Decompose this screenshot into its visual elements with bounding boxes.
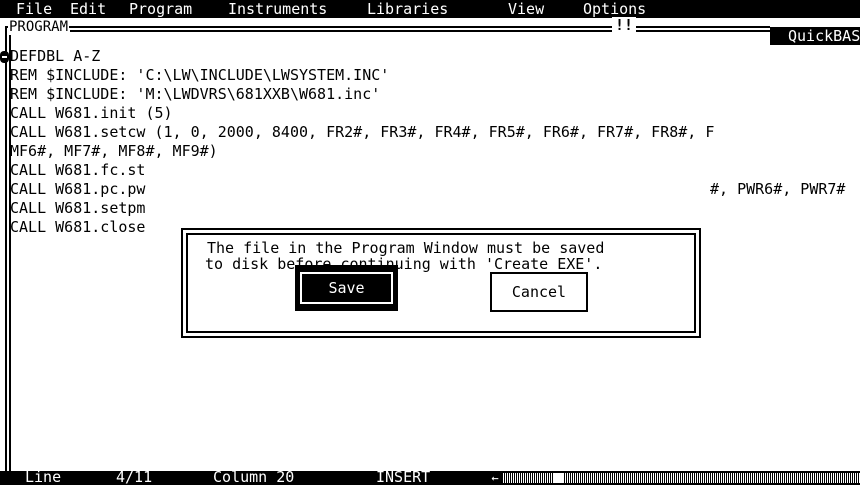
- status-column: Column 20: [213, 471, 295, 485]
- status-line-label: Line: [25, 471, 62, 485]
- app-brand-label: QuickBASIC: [770, 27, 860, 45]
- code-line: MF6#, MF7#, MF8#, MF9#): [10, 142, 218, 160]
- code-line: CALL W681.setpm: [10, 199, 146, 217]
- code-line: CALL W681.pc.pw: [10, 180, 146, 198]
- window-title: PROGRAM: [8, 19, 70, 35]
- code-line: REM $INCLUDE: 'C:\LW\INCLUDE\LWSYSTEM.IN…: [10, 66, 390, 84]
- code-line: CALL W681.init (5): [10, 104, 173, 122]
- window-top-border-inner: [70, 30, 770, 32]
- menu-file[interactable]: File: [16, 0, 52, 18]
- dialog-message-line-2: to disk before continuing with 'Create E…: [205, 255, 603, 273]
- window-maximize-marker[interactable]: !!: [612, 17, 637, 33]
- code-line: CALL W681.fc.st: [10, 161, 146, 179]
- code-line: DEFDBL A-Z: [10, 47, 101, 65]
- horizontal-scroll-thumb[interactable]: [554, 473, 564, 483]
- save-button-label: Save: [300, 272, 393, 304]
- save-before-create-exe-dialog: The file in the Program Window must be s…: [181, 228, 701, 338]
- menu-instruments[interactable]: Instruments: [228, 0, 327, 18]
- cancel-button[interactable]: Cancel: [490, 272, 588, 312]
- vertical-scroll-thumb-icon[interactable]: [0, 51, 9, 63]
- code-line: CALL W681.close: [10, 218, 146, 236]
- status-line-value: 4/11: [116, 471, 153, 485]
- window-top-border: [5, 26, 770, 28]
- horizontal-scrollbar[interactable]: [488, 473, 860, 483]
- dialog-inner-border: The file in the Program Window must be s…: [186, 233, 696, 333]
- code-line-overflow: #, PWR6#, PWR7#: [710, 180, 846, 198]
- scroll-left-arrow-icon[interactable]: ←: [488, 471, 502, 485]
- status-bar: Line 4/11 Column 20 INSERT ←: [0, 471, 860, 485]
- menu-program[interactable]: Program: [129, 0, 192, 18]
- window-left-border: [5, 26, 7, 471]
- save-button[interactable]: Save: [295, 265, 398, 311]
- status-mode: INSERT: [376, 471, 431, 485]
- code-line: REM $INCLUDE: 'M:\LWDVRS\681XXB\W681.inc…: [10, 85, 381, 103]
- menu-libraries[interactable]: Libraries: [367, 0, 448, 18]
- menu-edit[interactable]: Edit: [70, 0, 106, 18]
- menu-bar: File Edit Program Instruments Libraries …: [0, 0, 860, 18]
- code-line: CALL W681.setcw (1, 0, 2000, 8400, FR2#,…: [10, 123, 715, 141]
- menu-view[interactable]: View: [508, 0, 544, 18]
